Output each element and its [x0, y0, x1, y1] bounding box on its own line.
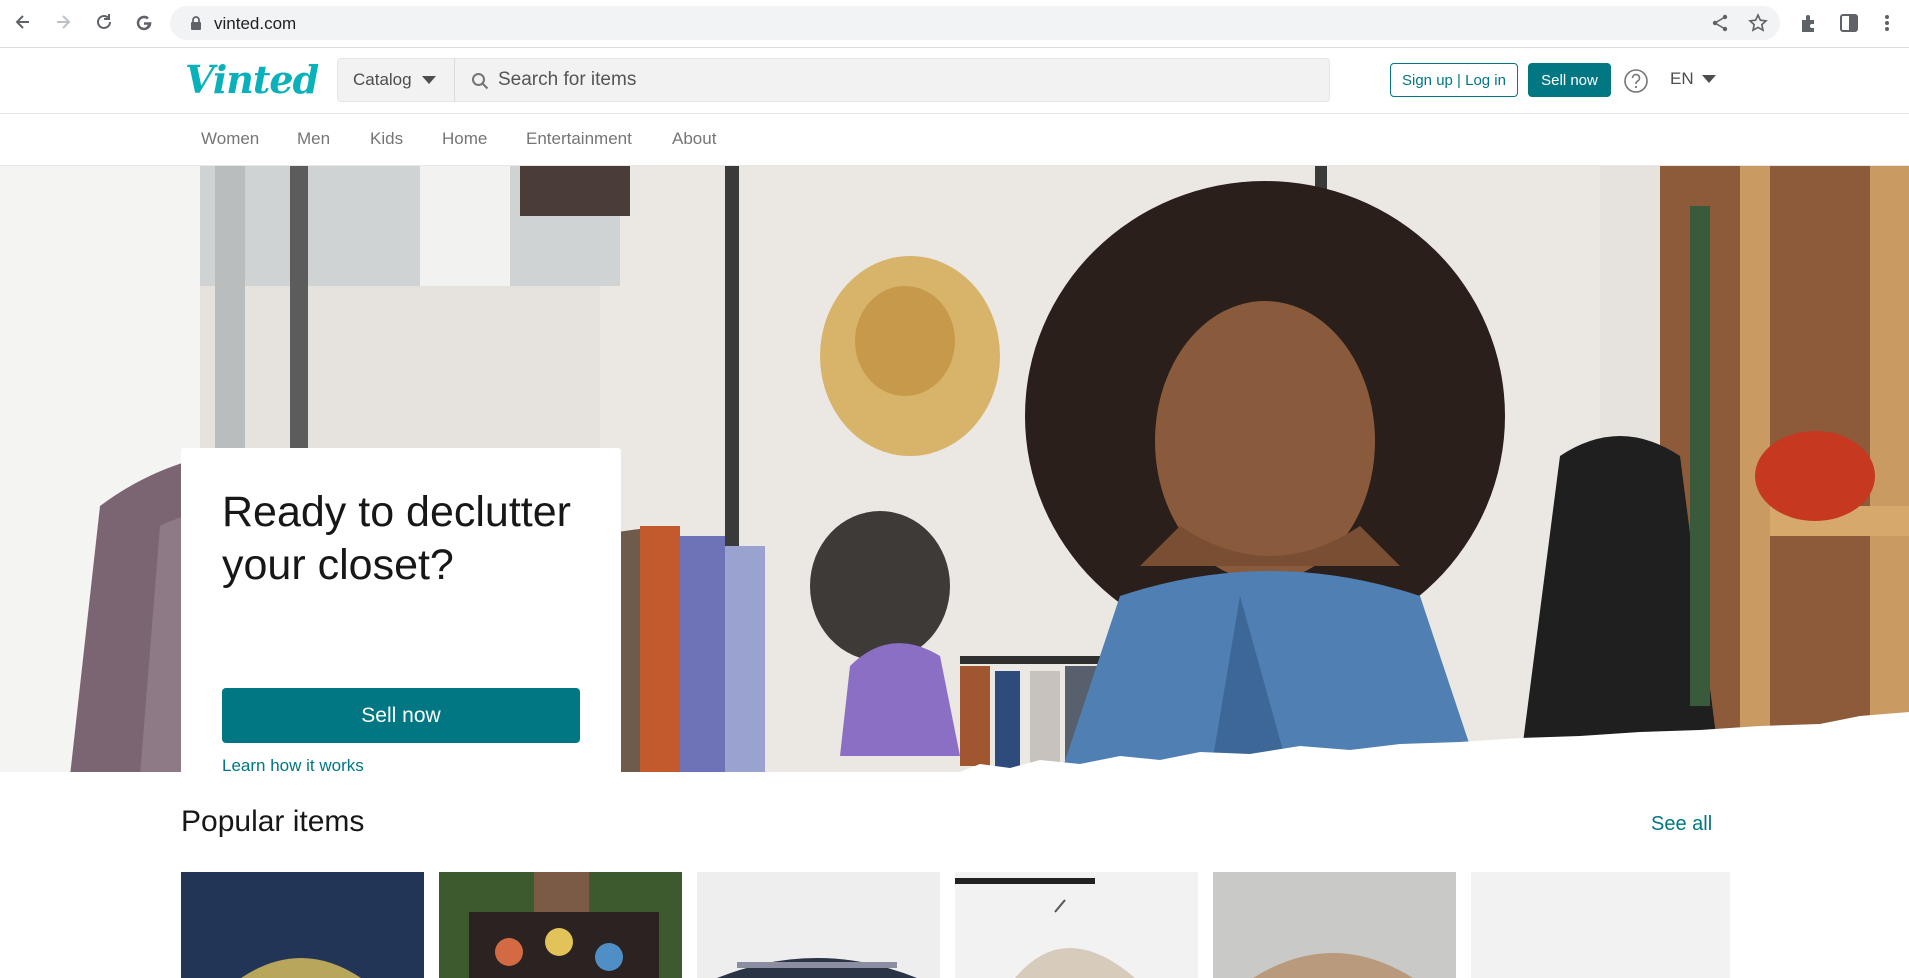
site-header: Vinted Catalog Sign up | Log in Sell now…	[0, 49, 1909, 114]
item-image	[1213, 872, 1456, 978]
chevron-down-icon	[421, 76, 436, 84]
search-icon	[472, 73, 489, 90]
forward-icon[interactable]	[51, 10, 75, 34]
nav-item-kids[interactable]: Kids	[370, 129, 403, 149]
hero-title: Ready to declutter your closet?	[222, 488, 571, 589]
item-image	[181, 872, 424, 978]
hero-card: Ready to declutter your closet? Sell now…	[181, 448, 621, 772]
item-card[interactable]	[697, 872, 940, 978]
reload-icon[interactable]	[92, 10, 116, 34]
hero-sell-now-button[interactable]: Sell now	[222, 688, 580, 743]
nav-item-women[interactable]: Women	[201, 129, 259, 149]
item-image	[697, 872, 940, 978]
item-card[interactable]	[439, 872, 682, 978]
vinted-logo[interactable]: Vinted	[185, 57, 319, 102]
address-bar[interactable]: vinted.com	[170, 6, 1780, 40]
kebab-menu-icon[interactable]	[1876, 12, 1898, 34]
item-card[interactable]	[1213, 872, 1456, 978]
see-all-link[interactable]: See all	[1651, 813, 1712, 836]
nav-item-men[interactable]: Men	[297, 129, 330, 149]
sidepanel-icon[interactable]	[1838, 12, 1860, 34]
category-nav: Women Men Kids Home Entertainment About	[0, 115, 1909, 166]
item-image	[955, 872, 1198, 978]
learn-how-link[interactable]: Learn how it works	[222, 756, 364, 772]
star-icon[interactable]	[1748, 13, 1768, 33]
catalog-dropdown[interactable]: Catalog	[338, 59, 455, 101]
help-icon[interactable]	[1623, 68, 1649, 94]
back-icon[interactable]	[11, 10, 35, 34]
language-label: EN	[1670, 69, 1694, 88]
browser-toolbar: vinted.com	[0, 0, 1909, 48]
item-image	[439, 872, 682, 978]
hero-banner: Ready to declutter your closet? Sell now…	[0, 166, 1909, 772]
lock-icon[interactable]	[188, 15, 204, 31]
signup-login-button[interactable]: Sign up | Log in	[1390, 63, 1518, 97]
google-icon[interactable]	[132, 10, 156, 34]
url-text[interactable]: vinted.com	[214, 14, 296, 34]
item-card[interactable]	[955, 872, 1198, 978]
sell-now-button[interactable]: Sell now	[1528, 63, 1611, 97]
search-input[interactable]	[498, 59, 1318, 101]
item-card-placeholder	[1471, 872, 1730, 978]
catalog-label: Catalog	[353, 70, 412, 89]
chevron-down-icon	[1701, 75, 1716, 83]
popular-items-title: Popular items	[181, 805, 365, 838]
share-icon[interactable]	[1710, 13, 1730, 33]
language-selector[interactable]: EN	[1670, 69, 1716, 89]
nav-item-home[interactable]: Home	[442, 129, 487, 149]
item-card[interactable]	[181, 872, 424, 978]
extensions-icon[interactable]	[1798, 12, 1820, 34]
search-bar: Catalog	[337, 58, 1330, 102]
nav-item-about[interactable]: About	[672, 129, 716, 149]
nav-item-entertainment[interactable]: Entertainment	[526, 129, 632, 149]
